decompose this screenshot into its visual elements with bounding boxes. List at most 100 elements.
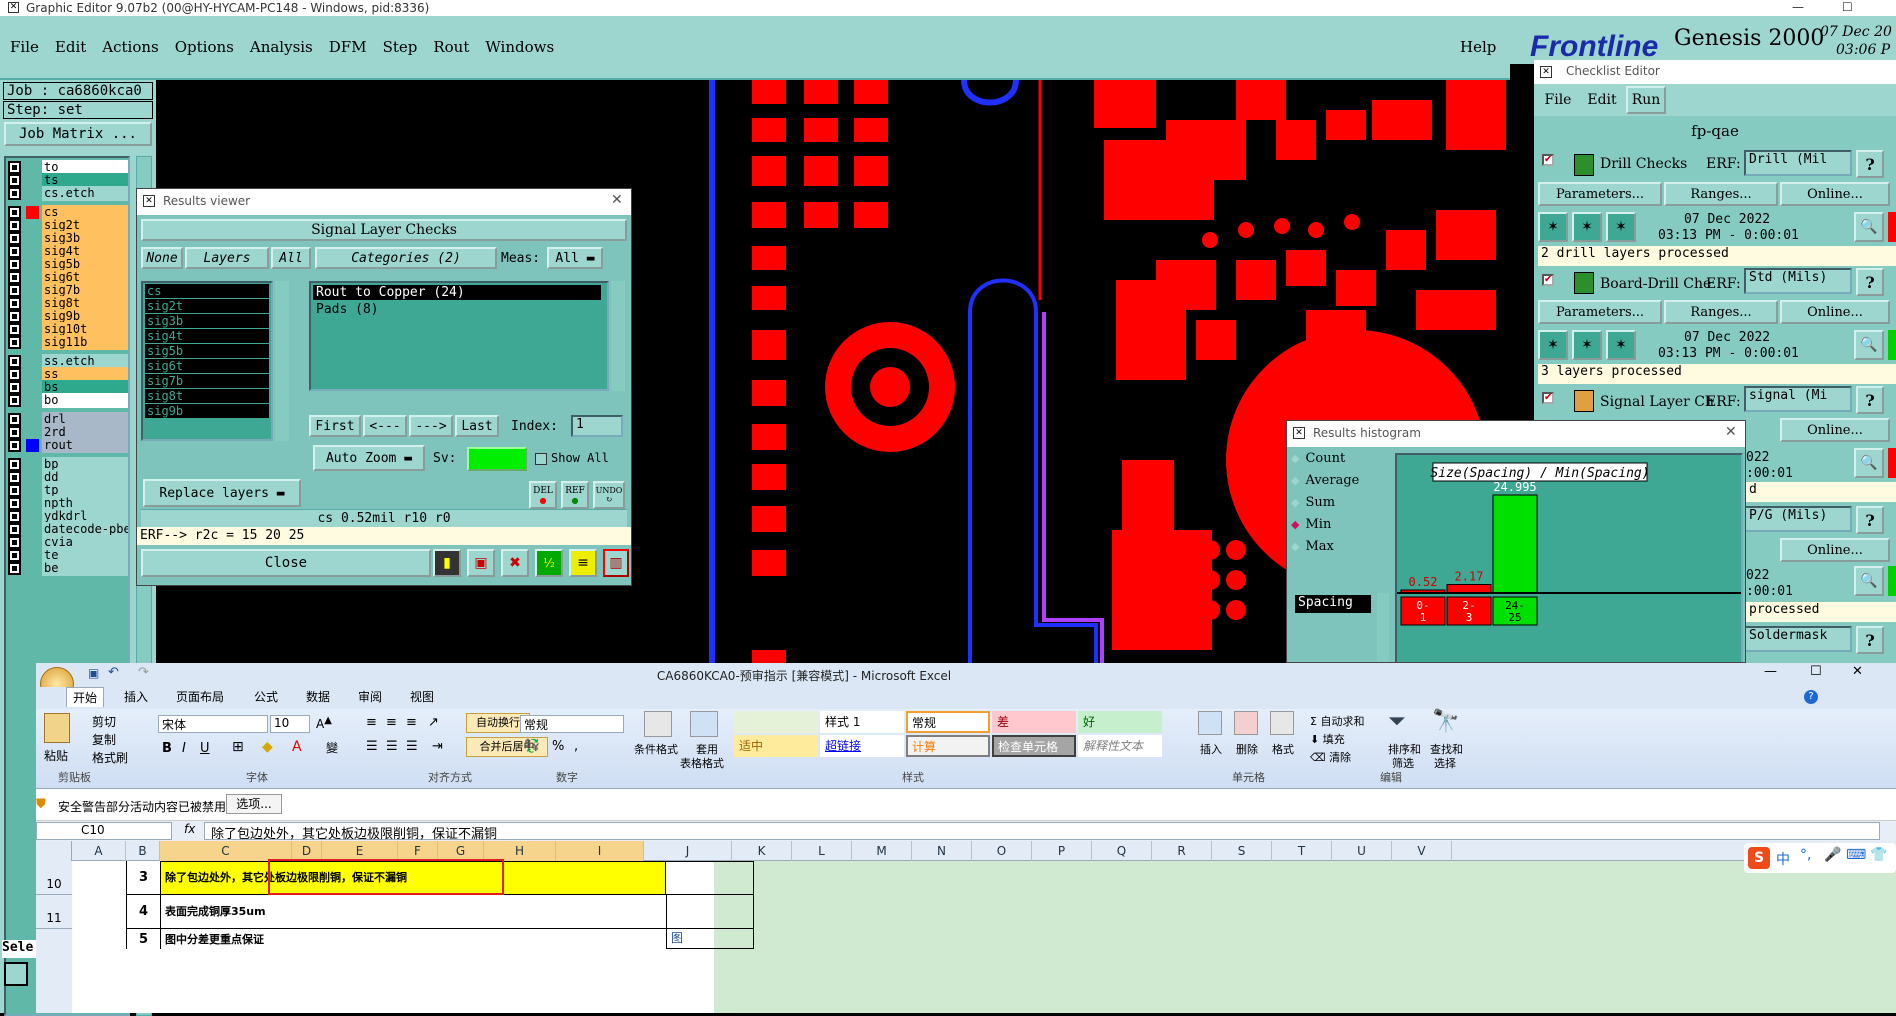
zoom-results-icon[interactable]: 🔍	[1854, 566, 1884, 596]
align-right-icon[interactable]: ☰	[406, 739, 418, 754]
menu-rout[interactable]: Rout	[433, 38, 469, 56]
format-painter-button[interactable]: 格式刷	[92, 749, 128, 766]
prev-button[interactable]: <---	[363, 415, 407, 437]
sel-icon[interactable]	[4, 962, 28, 986]
close-icon[interactable]: ✕	[1725, 424, 1737, 440]
ranges-button[interactable]: Ranges...	[1664, 182, 1778, 206]
column-header[interactable]: F	[398, 841, 438, 861]
erf-value[interactable]: Drill (Mil	[1744, 150, 1852, 176]
parameters-button[interactable]: Parameters...	[1538, 300, 1662, 324]
ribbon-tab[interactable]: 公式	[248, 687, 284, 707]
conditional-format-icon[interactable]	[644, 711, 672, 737]
column-header[interactable]: O	[972, 841, 1032, 861]
undo-button[interactable]: UNDO ↻	[593, 481, 625, 509]
column-header[interactable]: K	[732, 841, 792, 861]
insert-cells-icon[interactable]	[1198, 711, 1222, 735]
layer-row[interactable]: sig11b	[6, 335, 128, 350]
result-layer-item[interactable]: sig7b	[145, 374, 269, 388]
column-header[interactable]: G	[438, 841, 484, 861]
show-all-checkbox[interactable]	[535, 453, 547, 465]
result-layer-item[interactable]: sig5b	[145, 344, 269, 358]
help-button[interactable]: ?	[1856, 506, 1884, 534]
histogram-titlebar[interactable]: ✕ Results histogram ✕	[1287, 421, 1745, 447]
cell-style-option[interactable]: 计算	[906, 735, 990, 757]
online-button[interactable]: Online...	[1780, 300, 1890, 324]
fill-color-icon[interactable]: ◆	[262, 739, 273, 755]
spacing-type-label[interactable]: Spacing	[1295, 595, 1371, 613]
index-field[interactable]: 1	[571, 415, 623, 437]
sv-color-picker[interactable]	[467, 447, 527, 471]
column-header[interactable]: T	[1272, 841, 1332, 861]
column-header[interactable]: C	[160, 841, 292, 861]
align-left-icon[interactable]: ☰	[366, 739, 378, 754]
run-icon-2[interactable]: ✶	[1572, 330, 1602, 360]
checklist-titlebar[interactable]: ✕ Checklist Editor	[1534, 60, 1896, 84]
check-name[interactable]: Signal Layer Ch	[1600, 394, 1714, 410]
cell-style-option[interactable]: 差	[992, 711, 1076, 733]
all-button[interactable]: All	[271, 247, 311, 269]
first-button[interactable]: First	[309, 415, 361, 437]
select-all-corner[interactable]	[36, 841, 72, 861]
column-header[interactable]: V	[1392, 841, 1452, 861]
result-layer-item[interactable]: sig8t	[145, 389, 269, 403]
results-viewer-titlebar[interactable]: ✕ Results viewer ✕	[137, 189, 631, 215]
percent-icon[interactable]: %	[552, 739, 564, 754]
cell-style-option[interactable]: 检查单元格	[992, 735, 1076, 757]
layer-checkbox[interactable]	[8, 394, 21, 407]
cell-style-option[interactable]: 适中	[734, 735, 818, 757]
run-icon-1[interactable]: ✶	[1538, 330, 1568, 360]
histogram-mode-option[interactable]: ◆ Sum	[1291, 495, 1335, 515]
column-header[interactable]: M	[852, 841, 912, 861]
run-icon-3[interactable]: ✶	[1606, 330, 1636, 360]
ribbon-tab[interactable]: 审阅	[352, 687, 388, 707]
fill-button[interactable]: ⬇ 填充	[1310, 731, 1345, 747]
result-layer-item[interactable]: sig9b	[145, 404, 269, 418]
format-table-button-2[interactable]: 表格格式	[680, 755, 724, 771]
align-top-icon[interactable]: ≡	[366, 715, 377, 730]
tool-icon-2[interactable]: ▣	[467, 549, 495, 577]
orientation-icon[interactable]: ↗	[428, 715, 439, 730]
close-icon[interactable]: ✕	[611, 192, 623, 208]
number-format-select[interactable]: 常规	[520, 715, 624, 733]
grow-font-icon[interactable]: A▲	[316, 715, 332, 731]
column-header[interactable]: Q	[1092, 841, 1152, 861]
ref-button[interactable]: REF ●	[561, 481, 589, 509]
find-select-button-2[interactable]: 选择	[1434, 755, 1456, 771]
cut-button[interactable]: 剪切	[92, 713, 116, 730]
column-header[interactable]: H	[484, 841, 556, 861]
ribbon-tab[interactable]: 页面布局	[170, 687, 230, 707]
menu-edit[interactable]: Edit	[55, 38, 86, 56]
cell-j[interactable]: 图	[666, 929, 754, 949]
check-name[interactable]: Drill Checks	[1600, 156, 1687, 172]
menu-dfm[interactable]: DFM	[329, 38, 367, 56]
type-scrollbar[interactable]	[1377, 593, 1389, 662]
layers-button[interactable]: Layers	[185, 247, 269, 269]
help-button[interactable]: ?	[1856, 150, 1884, 178]
format-cells-button[interactable]: 格式	[1272, 741, 1294, 757]
align-middle-icon[interactable]: ≡	[386, 715, 397, 730]
checklist-menu-run[interactable]: Run	[1626, 86, 1666, 114]
column-header[interactable]: D	[292, 841, 322, 861]
result-layer-item[interactable]: sig2t	[145, 299, 269, 313]
last-button[interactable]: Last	[455, 415, 499, 437]
column-header[interactable]: P	[1032, 841, 1092, 861]
help-icon[interactable]: ?	[1804, 690, 1818, 704]
comma-icon[interactable]: ,	[574, 739, 578, 754]
zoom-results-icon[interactable]: 🔍	[1854, 448, 1884, 478]
insert-cells-button[interactable]: 插入	[1200, 741, 1222, 757]
phonetic-icon[interactable]: 變	[326, 739, 338, 756]
tool-icon-1[interactable]: ▮	[433, 549, 461, 577]
cell-j[interactable]	[666, 861, 754, 895]
category-list[interactable]: Rout to Copper (24) Pads (8)	[309, 281, 609, 391]
delete-cells-button[interactable]: 删除	[1236, 741, 1258, 757]
check-name[interactable]: Board-Drill Che	[1600, 276, 1711, 292]
excel-maximize-icon[interactable]: ☐	[1810, 664, 1822, 679]
parameters-button[interactable]: Parameters...	[1538, 182, 1662, 206]
erf-value[interactable]: P/G (Mils)	[1744, 506, 1852, 532]
del-button[interactable]: DEL ●	[529, 481, 557, 509]
cell-b[interactable]: 4	[126, 895, 160, 929]
tool-icon-5[interactable]: ≡	[569, 549, 597, 577]
next-button[interactable]: --->	[409, 415, 453, 437]
result-layer-item[interactable]: sig3b	[145, 314, 269, 328]
result-layer-item[interactable]: sig4t	[145, 329, 269, 343]
